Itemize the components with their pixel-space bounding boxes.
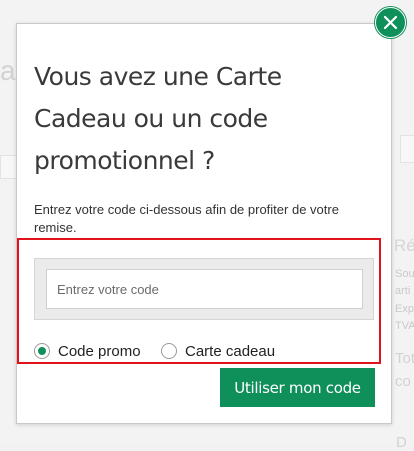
background-partial-heading: a <box>0 55 16 86</box>
close-button[interactable] <box>375 7 406 38</box>
background-summary-line: TVA <box>395 320 414 332</box>
modal-title: Vous avez une Carte Cadeau ou un code pr… <box>34 62 282 175</box>
modal-intro-text: Entrez votre code ci-dessous afin de pro… <box>34 202 339 235</box>
highlight-annotation-frame <box>17 238 381 364</box>
background-summary-line: Exp <box>395 303 414 315</box>
background-summary-line: Sou <box>395 268 414 280</box>
background-panel-edge <box>400 135 414 163</box>
background-total-line: co <box>395 373 411 390</box>
background-summary-line: arti <box>395 285 411 297</box>
use-code-button[interactable]: Utiliser mon code <box>220 368 375 407</box>
background-total-label: Tot <box>395 350 414 367</box>
background-summary-heading: Ré <box>394 236 414 255</box>
close-icon <box>383 15 398 30</box>
